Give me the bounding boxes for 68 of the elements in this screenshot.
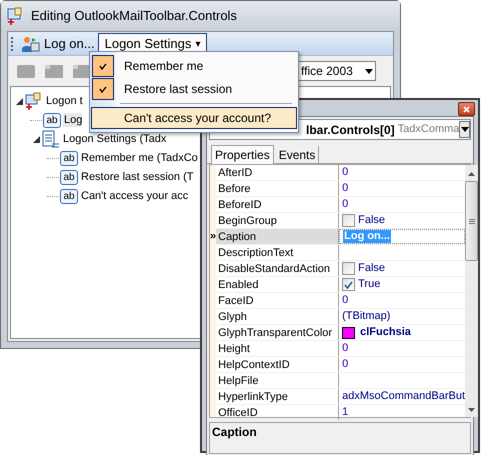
property-value: 0: [342, 165, 348, 180]
property-value: adxMsoCommandBarBut: [342, 389, 466, 404]
expanded-arrow-icon[interactable]: [16, 98, 22, 104]
grip-icon: [468, 218, 475, 224]
tab[interactable]: Events: [276, 146, 320, 163]
property-name: BeforeID: [216, 197, 340, 212]
tree-item[interactable]: Remember me (TadxCo: [80, 151, 198, 165]
menu-item[interactable]: Can't access your account?: [91, 107, 297, 129]
property-value: (TBitmap): [342, 309, 390, 324]
list-icon: [42, 130, 60, 148]
property-name: Caption: [216, 229, 340, 244]
property-value: 0: [342, 197, 348, 212]
checkbox[interactable]: [342, 214, 356, 227]
close-icon: [463, 106, 470, 112]
property-name: Height: [216, 341, 340, 356]
tree-item[interactable]: Restore last session (T: [80, 170, 194, 184]
disabled-tool-icon: [44, 63, 64, 79]
property-name: Glyph: [216, 309, 340, 324]
property-value: 0: [342, 293, 348, 308]
tab[interactable]: Properties: [211, 145, 274, 164]
button-icon: ab: [60, 150, 78, 166]
toolbar-icon: [25, 92, 43, 110]
grip-icon: [11, 36, 14, 52]
tree-item[interactable]: Logon t: [45, 94, 83, 108]
selected-row-marker: »: [210, 230, 216, 242]
expanded-arrow-icon[interactable]: [32, 136, 40, 142]
checkbox[interactable]: [342, 278, 356, 291]
property-name: HyperlinkType: [216, 389, 340, 404]
property-name: Enabled: [216, 277, 340, 292]
property-name: AfterID: [216, 165, 340, 180]
property-name: BeginGroup: [216, 213, 340, 228]
disabled-tool-icon: [16, 63, 36, 79]
property-name: OfficeID: [216, 405, 340, 420]
style-combo[interactable]: ffice 2003: [298, 61, 376, 81]
window-title: Editing OutlookMailToolbar.Controls: [31, 7, 237, 26]
property-value: 1: [342, 405, 348, 420]
property-name: DisableStandardAction: [216, 261, 340, 276]
scroll-down-icon: [468, 408, 476, 412]
checkbox[interactable]: [342, 262, 356, 275]
property-value: True: [358, 277, 380, 292]
scrollbar[interactable]: [465, 165, 478, 417]
tree-item[interactable]: Log: [63, 113, 82, 127]
property-name: GlyphTransparentColor: [216, 325, 340, 340]
property-value: 0: [342, 181, 348, 196]
property-value: 0: [342, 341, 348, 356]
property-name: DescriptionText: [216, 245, 340, 260]
menu-item[interactable]: Remember me: [91, 55, 297, 77]
button-icon: ab: [43, 112, 61, 128]
property-description: Caption: [212, 425, 257, 439]
tree-item[interactable]: Can't access your acc: [80, 189, 188, 203]
menu-item[interactable]: Restore last session: [91, 78, 297, 100]
close-button[interactable]: [458, 102, 475, 116]
property-name: HelpContextID: [216, 357, 340, 372]
property-name: HelpFile: [216, 373, 340, 388]
dropdown-arrow-icon: [365, 68, 373, 74]
button-icon: ab: [60, 170, 78, 184]
button-icon: ab: [60, 188, 78, 204]
property-value: False: [358, 261, 386, 276]
property-value: clFuchsia: [360, 325, 411, 340]
scroll-up-icon: [468, 172, 476, 176]
property-value: 0: [342, 357, 348, 372]
toolbar-button[interactable]: Log on...: [17, 32, 98, 54]
property-name: Before: [216, 181, 340, 196]
tree-item[interactable]: Logon Settings (Tadx: [62, 132, 166, 146]
scroll-thumb[interactable]: [465, 181, 478, 261]
property-value: False: [358, 213, 386, 228]
property-name: FaceID: [216, 293, 340, 308]
dropdown-arrow-icon: [460, 127, 469, 132]
